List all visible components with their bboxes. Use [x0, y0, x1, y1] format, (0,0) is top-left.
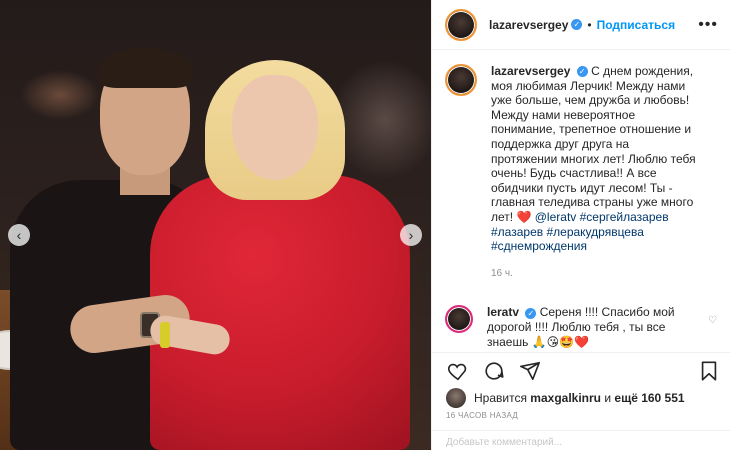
- background-light: [20, 70, 100, 120]
- likes-prefix: Нравится: [474, 391, 527, 405]
- reply-username[interactable]: leratv: [487, 305, 519, 319]
- separator-dot: •: [587, 17, 592, 32]
- follow-button[interactable]: Подписаться: [597, 18, 675, 32]
- heart-emoji: ❤️: [516, 209, 532, 224]
- hashtag-link[interactable]: #леракудрявцева: [546, 225, 643, 239]
- background-light: [330, 60, 431, 180]
- verified-icon: ✓: [576, 66, 588, 78]
- post-sidebar: lazarevsergey ✓ • Подписаться ••• lazare…: [431, 0, 730, 450]
- pray-emoji: 🙏: [531, 334, 547, 349]
- caption-comment: lazarevsergey ✓ С днем рождения, моя люб…: [445, 64, 717, 281]
- likes-summary: Нравится maxgalkinru и ещё 160 551: [446, 388, 685, 408]
- add-comment-input[interactable]: Добавьте комментарий...: [432, 430, 730, 450]
- author-avatar[interactable]: [445, 8, 477, 41]
- like-comment-icon[interactable]: ♡: [708, 315, 717, 326]
- kiss-emoji: 😘: [546, 334, 560, 349]
- verified-icon: ✓: [525, 307, 537, 319]
- commenter-avatar[interactable]: [445, 305, 473, 334]
- woman-face: [232, 75, 318, 180]
- reply-body: leratv ✓ Сереня !!!! Спасибо мой дорогой…: [487, 305, 687, 348]
- share-icon[interactable]: [518, 359, 542, 383]
- man-hair: [98, 48, 193, 88]
- mention-link[interactable]: @leratv: [535, 210, 577, 224]
- caption-body: lazarevsergey ✓ С днем рождения, моя люб…: [491, 64, 696, 281]
- verified-icon: ✓: [571, 19, 583, 30]
- author-avatar[interactable]: [445, 64, 477, 96]
- likes-conjunction: и: [604, 391, 612, 405]
- liker-avatar[interactable]: [446, 388, 466, 408]
- heart-icon[interactable]: [446, 359, 470, 383]
- star-eyes-emoji: 🤩: [559, 334, 575, 349]
- next-photo-button[interactable]: ›: [400, 224, 422, 246]
- liker-username[interactable]: maxgalkinru: [530, 391, 601, 405]
- post-header: lazarevsergey ✓ • Подписаться •••: [432, 0, 730, 50]
- caption-username[interactable]: lazarevsergey: [491, 64, 570, 78]
- previous-photo-button[interactable]: ‹: [8, 224, 30, 246]
- post-date[interactable]: 16 ЧАСОВ НАЗАД: [446, 411, 518, 420]
- bracelet: [160, 322, 170, 348]
- comment-icon[interactable]: [482, 359, 506, 383]
- likes-count-link[interactable]: ещё 160 551: [614, 391, 684, 405]
- caption-text: С днем рождения, моя любимая Лерчик! Меж…: [491, 64, 696, 224]
- author-username[interactable]: lazarevsergey: [489, 18, 568, 32]
- bookmark-icon[interactable]: [697, 359, 721, 383]
- hashtag-link[interactable]: #лазарев: [491, 225, 543, 239]
- hashtag-link[interactable]: #сднемрождения: [491, 239, 587, 253]
- heart-emoji: ❤️: [574, 334, 590, 349]
- reply-comment: leratv ✓ Сереня !!!! Спасибо мой дорогой…: [445, 305, 717, 348]
- more-options-icon[interactable]: •••: [698, 16, 718, 34]
- action-bar: [432, 352, 730, 388]
- hashtag-link[interactable]: #сергейлазарев: [580, 210, 669, 224]
- post-photo[interactable]: ‹ ›: [0, 0, 431, 450]
- caption-time[interactable]: 16 ч.: [491, 267, 696, 282]
- comments-section: lazarevsergey ✓ С днем рождения, моя люб…: [432, 50, 730, 348]
